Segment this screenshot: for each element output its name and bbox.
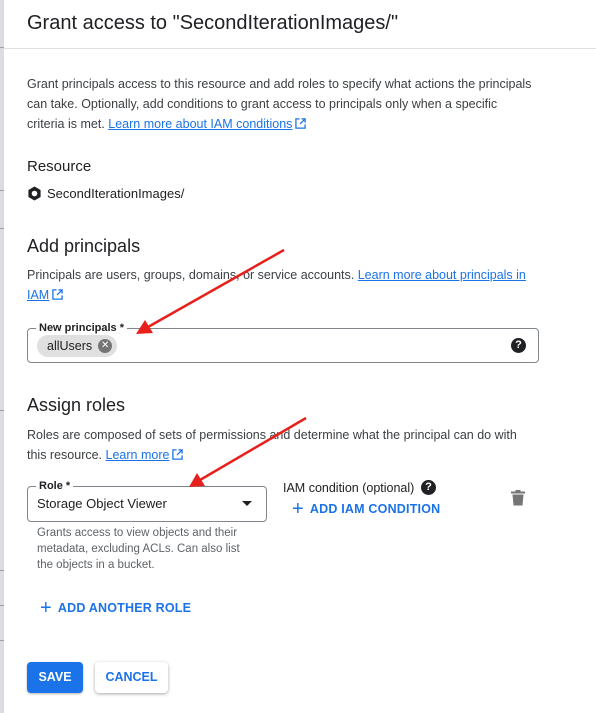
add-principals-heading: Add principals bbox=[27, 236, 141, 256]
help-icon[interactable]: ? bbox=[511, 338, 526, 353]
assign-roles-heading: Assign roles bbox=[27, 395, 126, 415]
iam-condition-label: IAM condition (optional) bbox=[283, 481, 415, 495]
new-principals-input[interactable]: New principals * allUsers ✕ ? bbox=[27, 321, 539, 363]
assign-roles-description: Roles are composed of sets of permission… bbox=[27, 428, 517, 462]
plus-icon: + bbox=[40, 597, 52, 619]
external-link-icon bbox=[295, 118, 307, 129]
panel-title: Grant access to "SecondIterationImages/" bbox=[27, 12, 399, 34]
chip-remove-icon[interactable]: ✕ bbox=[98, 339, 113, 353]
cancel-button[interactable]: CANCEL bbox=[95, 662, 168, 693]
intro-text: Grant principals access to this resource… bbox=[27, 74, 532, 134]
bucket-icon bbox=[28, 186, 41, 201]
resource-row: SecondIterationImages/ bbox=[27, 186, 184, 201]
trash-icon[interactable] bbox=[511, 490, 525, 506]
add-iam-condition-button[interactable]: + ADD IAM CONDITION bbox=[292, 498, 440, 520]
grant-access-panel: Grant access to "SecondIterationImages/"… bbox=[4, 0, 596, 713]
help-icon[interactable]: ? bbox=[421, 480, 436, 495]
iam-conditions-link[interactable]: Learn more about IAM conditions bbox=[108, 117, 307, 131]
principal-chip-label: allUsers bbox=[47, 339, 93, 353]
role-value: Storage Object Viewer bbox=[37, 496, 167, 511]
add-another-role-button[interactable]: + ADD ANOTHER ROLE bbox=[40, 597, 191, 619]
principal-chip: allUsers ✕ bbox=[37, 335, 118, 357]
external-link-icon bbox=[172, 449, 184, 460]
external-link-icon bbox=[52, 289, 63, 300]
plus-icon: + bbox=[292, 498, 304, 520]
add-principals-description: Principals are users, groups, domains, o… bbox=[27, 268, 526, 302]
save-button[interactable]: SAVE bbox=[27, 662, 83, 693]
resource-name: SecondIterationImages/ bbox=[47, 186, 185, 201]
role-label: Role * bbox=[36, 479, 74, 493]
dropdown-caret-icon bbox=[242, 501, 252, 506]
resource-heading: Resource bbox=[27, 158, 92, 175]
role-select[interactable]: Role * Storage Object Viewer bbox=[27, 479, 267, 522]
roles-learn-more-link[interactable]: Learn more bbox=[106, 448, 184, 462]
new-principals-label: New principals * bbox=[36, 321, 127, 335]
role-hint: Grants access to view objects and their … bbox=[37, 527, 240, 571]
panel-header: Grant access to "SecondIterationImages/" bbox=[4, 0, 596, 49]
